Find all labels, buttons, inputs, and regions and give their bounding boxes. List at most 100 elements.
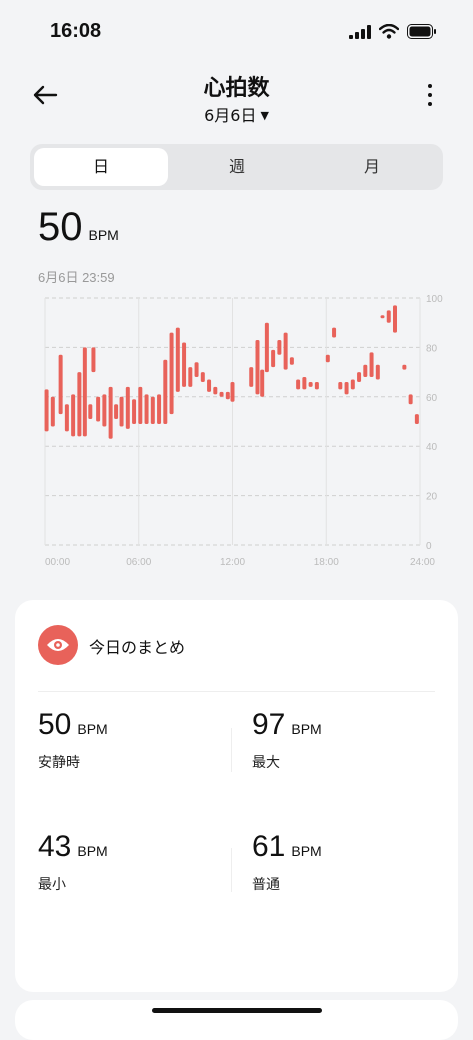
tab-month[interactable]: 月 bbox=[305, 148, 439, 186]
tab-day[interactable]: 日 bbox=[34, 148, 168, 186]
date-selector[interactable]: 6月6日 ▼ bbox=[0, 102, 473, 126]
range-bar bbox=[200, 372, 205, 382]
eye-icon bbox=[47, 639, 69, 651]
y-tick-label: 0 bbox=[426, 541, 432, 552]
range-bar bbox=[77, 372, 82, 437]
y-tick-label: 20 bbox=[426, 492, 438, 503]
resting-value: 50 bbox=[38, 708, 72, 741]
x-tick-label: 00:00 bbox=[45, 557, 70, 568]
x-tick-label: 18:00 bbox=[314, 557, 339, 568]
range-bar bbox=[138, 386, 143, 424]
range-bar bbox=[163, 359, 168, 424]
range-bar bbox=[255, 339, 260, 395]
x-tick-label: 12:00 bbox=[220, 557, 245, 568]
range-bar bbox=[44, 389, 49, 432]
min-label: 最小 bbox=[38, 877, 66, 893]
range-bar bbox=[380, 315, 385, 319]
range-bar bbox=[393, 305, 397, 333]
range-bar bbox=[188, 367, 193, 387]
max-value: 97 bbox=[252, 708, 286, 741]
range-bar bbox=[283, 332, 288, 370]
home-indicator[interactable] bbox=[152, 1008, 322, 1013]
avg-label: 普通 bbox=[252, 877, 280, 893]
tab-week[interactable]: 週 bbox=[170, 148, 304, 186]
min-unit: BPM bbox=[77, 843, 108, 859]
range-bar bbox=[338, 381, 343, 390]
resting-label: 安静時 bbox=[38, 755, 80, 771]
resting-stat: 50 BPM 安静時 bbox=[38, 708, 108, 772]
range-bar bbox=[50, 396, 55, 427]
status-bar: 16:08 bbox=[0, 0, 473, 60]
min-value: 43 bbox=[38, 830, 72, 863]
range-bar bbox=[213, 386, 218, 395]
min-stat: 43 BPM 最小 bbox=[38, 830, 108, 894]
range-bar bbox=[225, 391, 230, 400]
range-bar bbox=[344, 381, 349, 395]
x-tick-label: 24:00 bbox=[410, 557, 435, 568]
summary-title: 今日のまとめ bbox=[89, 638, 186, 657]
range-bar bbox=[125, 386, 130, 429]
range-bar bbox=[207, 379, 212, 392]
range-bar bbox=[314, 381, 319, 390]
range-bar bbox=[150, 396, 155, 424]
range-bar bbox=[408, 394, 413, 405]
date-label: 6月6日 bbox=[204, 106, 257, 125]
range-bar bbox=[108, 386, 113, 439]
max-unit: BPM bbox=[291, 721, 322, 737]
avg-value: 61 bbox=[252, 830, 286, 863]
range-bar bbox=[386, 310, 391, 323]
range-bar bbox=[114, 404, 119, 420]
range-bar bbox=[264, 322, 269, 373]
resting-unit: BPM bbox=[77, 721, 108, 737]
status-time: 16:08 bbox=[50, 20, 102, 42]
y-tick-label: 100 bbox=[426, 294, 443, 305]
avg-unit: BPM bbox=[291, 843, 322, 859]
range-bar bbox=[175, 327, 180, 392]
range-bar bbox=[132, 399, 137, 424]
more-options-button[interactable] bbox=[427, 84, 433, 106]
range-bar bbox=[350, 379, 355, 390]
range-bar bbox=[249, 367, 254, 387]
battery-icon bbox=[407, 24, 436, 39]
range-bar bbox=[169, 332, 174, 415]
range-bar bbox=[302, 377, 307, 390]
dot bbox=[428, 84, 432, 88]
range-bar bbox=[194, 362, 199, 378]
range-bar bbox=[414, 414, 419, 424]
range-bar bbox=[91, 347, 96, 373]
range-bar bbox=[230, 381, 235, 402]
range-bar bbox=[102, 394, 107, 427]
wifi-icon bbox=[379, 24, 399, 39]
page-title: 心拍数 bbox=[203, 76, 270, 101]
range-bar bbox=[363, 364, 368, 378]
range-bar bbox=[58, 354, 63, 415]
range-bar bbox=[271, 349, 276, 368]
dot bbox=[428, 93, 432, 97]
range-bar bbox=[308, 381, 313, 387]
y-tick-label: 40 bbox=[426, 442, 438, 453]
current-heart-rate: 50 BPM bbox=[38, 205, 119, 250]
heart-rate-chart[interactable]: 0 20 40 60 80 100 00:00 06:00 12:00 18:00 24:00 bbox=[30, 288, 450, 573]
divider bbox=[231, 728, 232, 772]
divider bbox=[231, 848, 232, 892]
range-bar bbox=[277, 339, 282, 355]
x-tick-label: 06:00 bbox=[126, 557, 151, 568]
current-unit: BPM bbox=[88, 227, 119, 243]
caret-down-icon: ▼ bbox=[260, 109, 269, 122]
range-bar bbox=[332, 327, 337, 338]
range-bar bbox=[289, 357, 294, 365]
avg-stat: 61 BPM 普通 bbox=[252, 830, 322, 894]
range-bar bbox=[88, 404, 93, 420]
range-bar bbox=[82, 347, 87, 437]
range-bar bbox=[357, 372, 362, 382]
current-timestamp: 6月6日 23:59 bbox=[38, 270, 115, 285]
range-bar bbox=[119, 396, 124, 427]
dot bbox=[428, 102, 432, 106]
daily-summary-card: 今日のまとめ 50 BPM 安静時 97 BPM 最大 43 BPM 最小 61 BPM… bbox=[15, 600, 458, 992]
range-bar bbox=[375, 364, 380, 380]
eye-badge bbox=[38, 625, 78, 665]
range-bar bbox=[369, 352, 374, 378]
divider bbox=[38, 691, 435, 692]
range-bar bbox=[296, 379, 301, 390]
cellular-signal-icon bbox=[349, 24, 371, 39]
